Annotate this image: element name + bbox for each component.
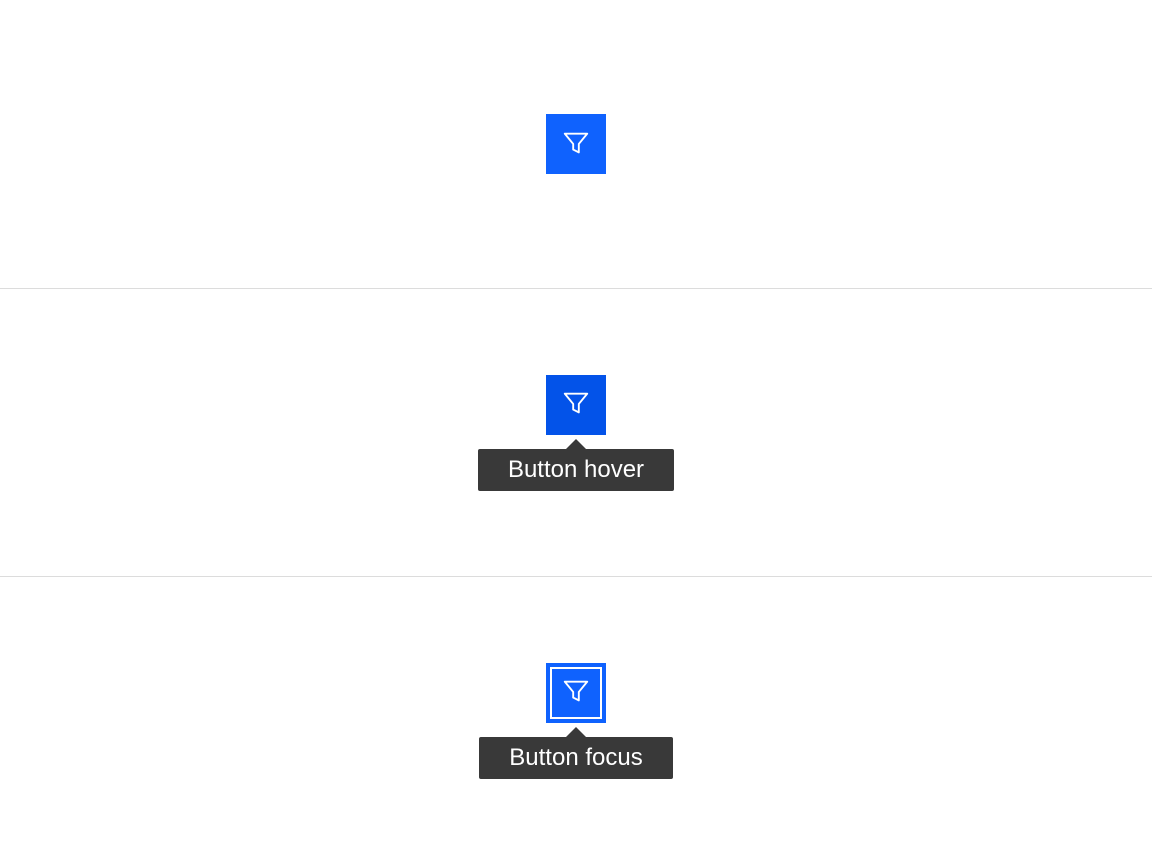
tooltip-label: Button focus [509, 744, 642, 771]
tooltip-label: Button hover [508, 456, 644, 483]
filter-button[interactable] [546, 375, 606, 435]
state-row-default [0, 0, 1152, 288]
tooltip: Button hover [478, 449, 674, 491]
filter-icon [561, 128, 591, 161]
filter-icon [561, 676, 591, 709]
state-row-hover: Button hover [0, 288, 1152, 576]
filter-button[interactable] [546, 663, 606, 723]
tooltip: Button focus [479, 737, 672, 779]
button-wrapper [546, 114, 606, 174]
button-wrapper: Button focus [479, 663, 672, 779]
filter-button[interactable] [546, 114, 606, 174]
button-wrapper: Button hover [478, 375, 674, 491]
state-row-focus: Button focus [0, 576, 1152, 864]
filter-icon [561, 388, 591, 421]
